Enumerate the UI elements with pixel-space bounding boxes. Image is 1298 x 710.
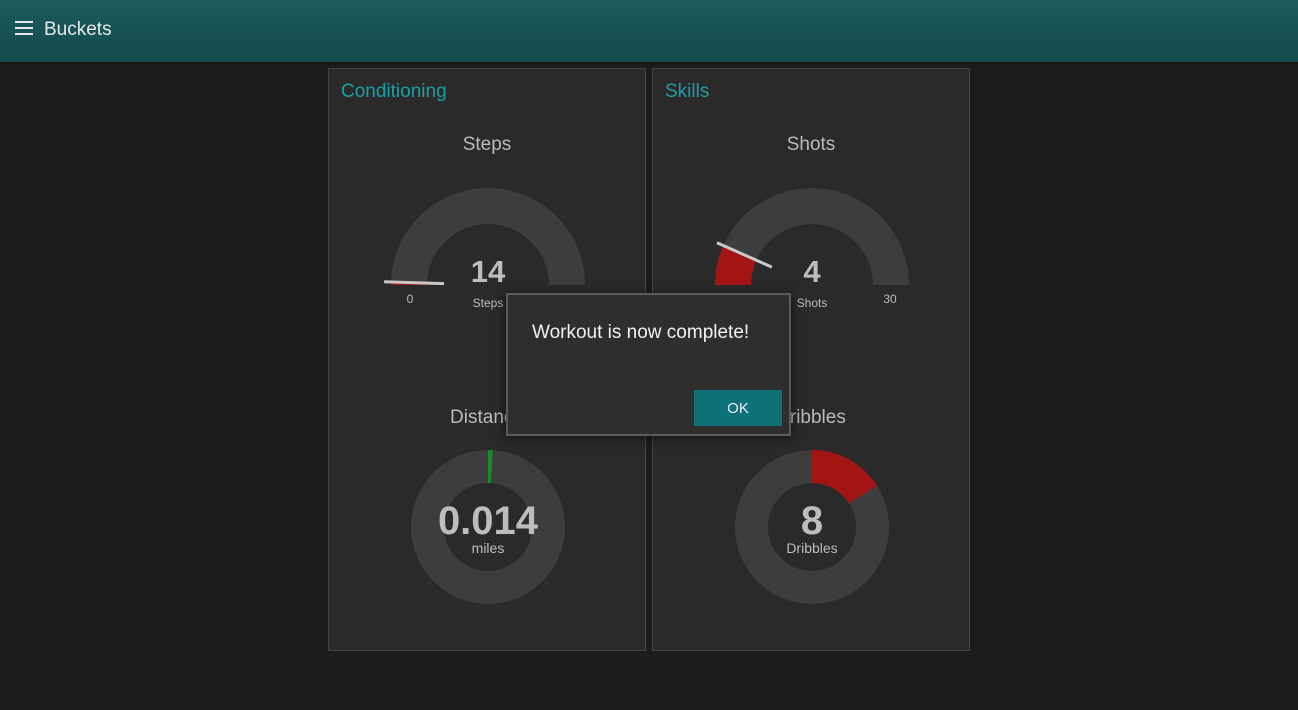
modal-overlay: Workout is now complete! OK [0,0,1298,710]
dialog-message: Workout is now complete! [532,322,750,343]
ok-button[interactable]: OK [694,390,782,426]
alert-dialog: Workout is now complete! OK [506,293,791,436]
